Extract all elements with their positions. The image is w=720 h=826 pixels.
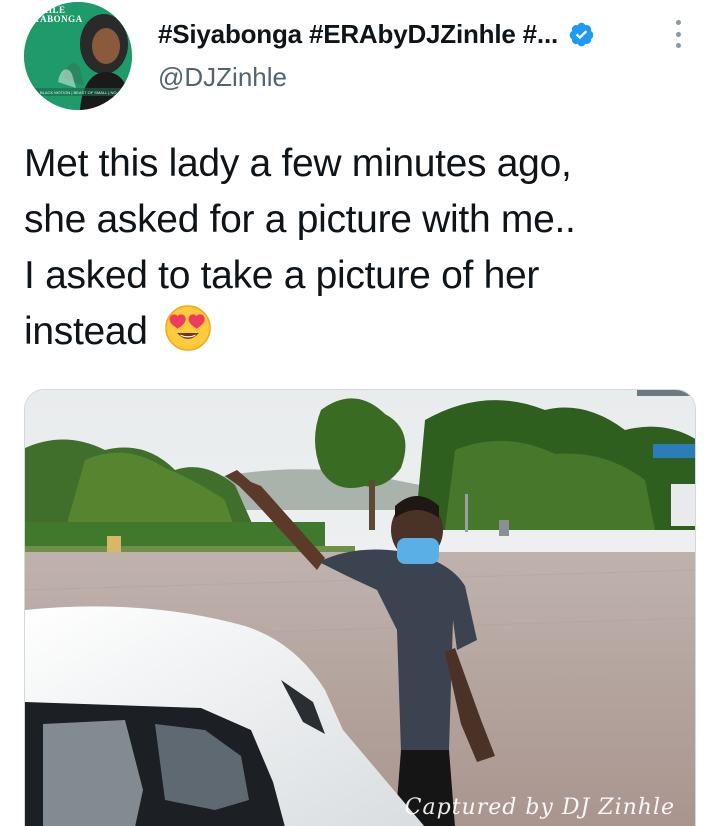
tweet-photo[interactable]: Captured by DJ Zinhle	[24, 389, 696, 826]
tweet-text-line: she asked for a picture with me..	[24, 198, 576, 241]
user-handle[interactable]: @DJZinhle	[158, 62, 287, 93]
tweet-text: Met this lady a few minutes ago, she ask…	[24, 136, 684, 360]
tweet-text-line: instead	[24, 310, 148, 353]
tweet-text-line: I asked to take a picture of her	[24, 254, 540, 297]
avatar-brand: INHLE YABONGA	[34, 6, 83, 24]
tweet-text-line: Met this lady a few minutes ago,	[24, 142, 572, 185]
display-name[interactable]: #Siyabonga #ERAbyDJZinhle #...	[158, 19, 558, 50]
photo-watermark: Captured by DJ Zinhle	[404, 795, 675, 820]
more-options-icon[interactable]	[674, 20, 682, 48]
avatar-brand-line2: YABONGA	[34, 14, 83, 24]
tweet-text-last-line: instead	[24, 304, 684, 360]
avatar-ribbon: BLACK MOTION | BEAST OF SMALL | NO	[40, 90, 117, 95]
heart-eyes-emoji-icon	[165, 305, 211, 351]
avatar[interactable]: INHLE YABONGA BLACK MOTION | BEAST OF SM…	[24, 2, 132, 110]
photo-image	[25, 390, 695, 826]
author-row: #Siyabonga #ERAbyDJZinhle #...	[158, 16, 720, 52]
verified-badge-icon	[569, 22, 594, 46]
